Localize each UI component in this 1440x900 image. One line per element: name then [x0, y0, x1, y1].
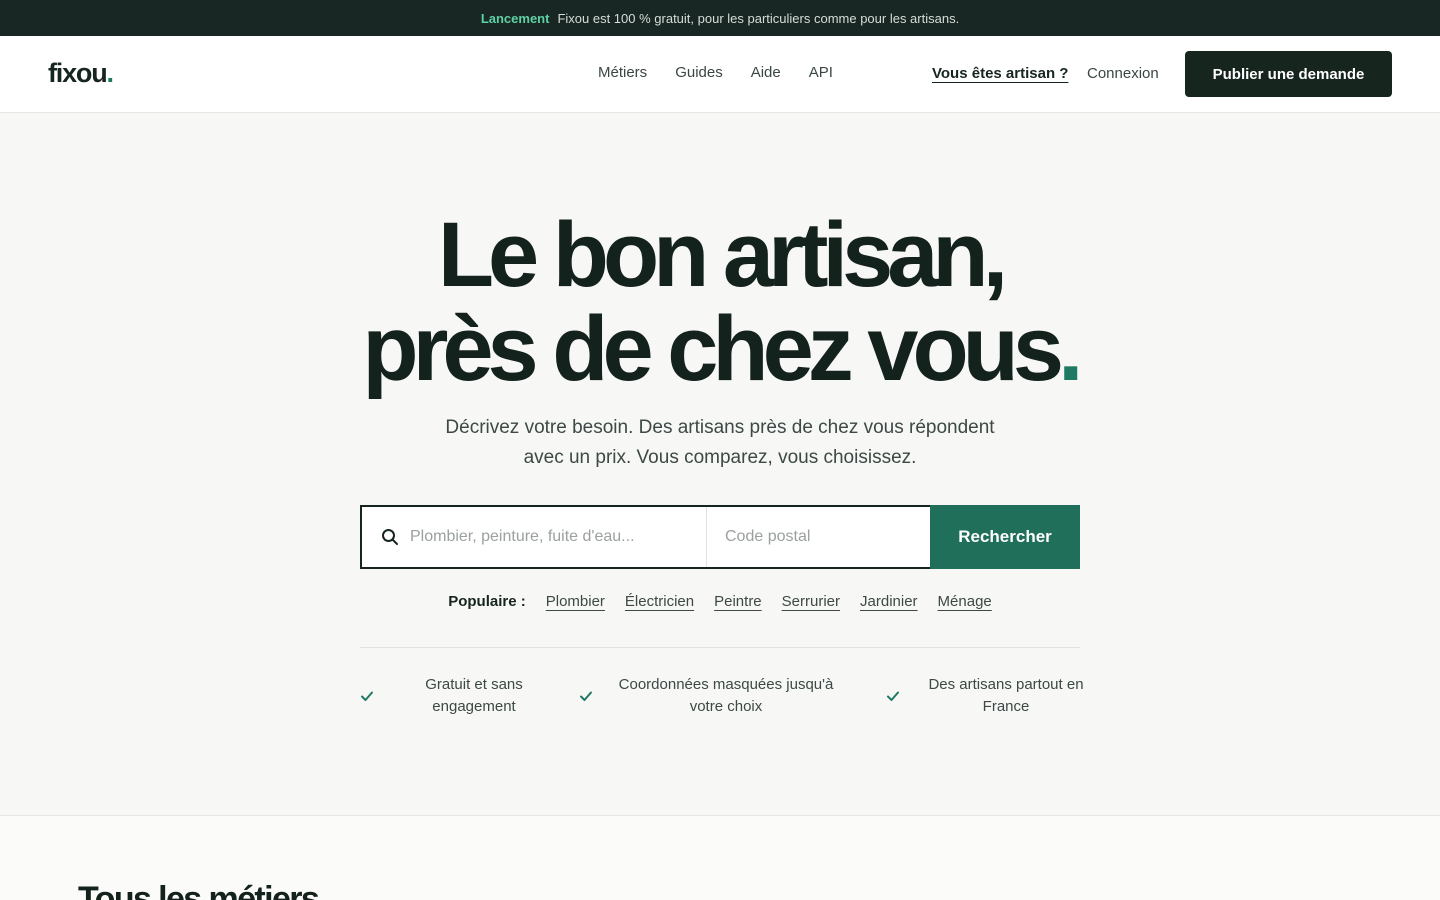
search-button[interactable]: Rechercher — [930, 505, 1080, 569]
feature-text-line2: France — [982, 698, 1030, 715]
main-nav: Métiers Guides Aide API — [598, 64, 833, 81]
hero-title-dot: . — [1058, 298, 1083, 400]
hero-subtitle-line1: Décrivez votre besoin. Des artisans près… — [445, 417, 995, 438]
popular-link-serrurier[interactable]: Serrurier — [782, 593, 840, 610]
announcement-text: Fixou est 100 % gratuit, pour les partic… — [557, 10, 960, 26]
postal-field — [707, 507, 930, 567]
hero-title: Le bon artisan, près de chez vous. — [0, 208, 1440, 396]
logo[interactable]: fixou. — [48, 58, 115, 89]
feature-text-line2: votre choix — [689, 698, 763, 715]
site-header: fixou. Métiers Guides Aide API Vous êtes… — [0, 36, 1440, 113]
hero-subtitle-line2: avec un prix. Vous comparez, vous choisi… — [523, 447, 917, 468]
logo-dot: . — [106, 58, 115, 88]
feature-text-line2: engagement — [432, 698, 516, 715]
login-link[interactable]: Connexion — [1087, 65, 1159, 82]
query-field — [362, 507, 707, 567]
popular-link-plombier[interactable]: Plombier — [546, 593, 605, 610]
postal-code-input[interactable] — [725, 528, 930, 546]
feature-text: Des artisans partout en France — [918, 674, 1094, 718]
announcement-tag: Lancement — [480, 10, 550, 26]
announcement-bar: Lancement Fixou est 100 % gratuit, pour … — [0, 0, 1440, 36]
divider — [360, 647, 1080, 648]
popular-link-peintre[interactable]: Peintre — [714, 593, 762, 610]
hero-title-line1: Le bon artisan, — [437, 204, 1008, 306]
feature-item: Gratuit et sans engagement — [360, 674, 554, 718]
popular-link-jardinier[interactable]: Jardinier — [860, 593, 918, 610]
nav-item-guides[interactable]: Guides — [675, 64, 723, 81]
logo-text: fixou — [48, 58, 108, 88]
popular-label: Populaire : — [448, 593, 526, 610]
trades-section-title: Tous les métiers — [78, 880, 320, 900]
check-icon — [887, 691, 899, 701]
feature-item: Des artisans partout en France — [886, 674, 1094, 718]
hero-subtitle: Décrivez votre besoin. Des artisans près… — [420, 413, 1020, 473]
check-icon — [580, 691, 592, 701]
feature-text: Gratuit et sans engagement — [394, 674, 554, 718]
feature-text-line1: Gratuit et sans — [425, 676, 523, 693]
feature-item: Coordonnées masquées jusqu'à votre choix — [579, 674, 841, 718]
nav-item-metiers[interactable]: Métiers — [598, 64, 647, 81]
popular-link-electricien[interactable]: Électricien — [625, 593, 694, 610]
hero-title-line2: près de chez vous — [362, 298, 1064, 400]
check-icon — [361, 691, 373, 701]
artisan-link[interactable]: Vous êtes artisan ? — [932, 65, 1068, 82]
search-form: Rechercher — [360, 505, 1080, 569]
search-input[interactable] — [409, 528, 706, 546]
feature-text: Coordonnées masquées jusqu'à votre choix — [611, 674, 841, 718]
nav-item-api[interactable]: API — [809, 64, 833, 81]
publish-request-button[interactable]: Publier une demande — [1185, 51, 1392, 97]
feature-text-line1: Des artisans partout en — [928, 676, 1084, 693]
nav-item-aide[interactable]: Aide — [751, 64, 781, 81]
popular-searches: Populaire : Plombier Électricien Peintre… — [0, 593, 1440, 610]
feature-text-line1: Coordonnées masquées jusqu'à — [618, 676, 834, 693]
search-icon — [380, 526, 400, 548]
popular-link-menage[interactable]: Ménage — [938, 593, 992, 610]
